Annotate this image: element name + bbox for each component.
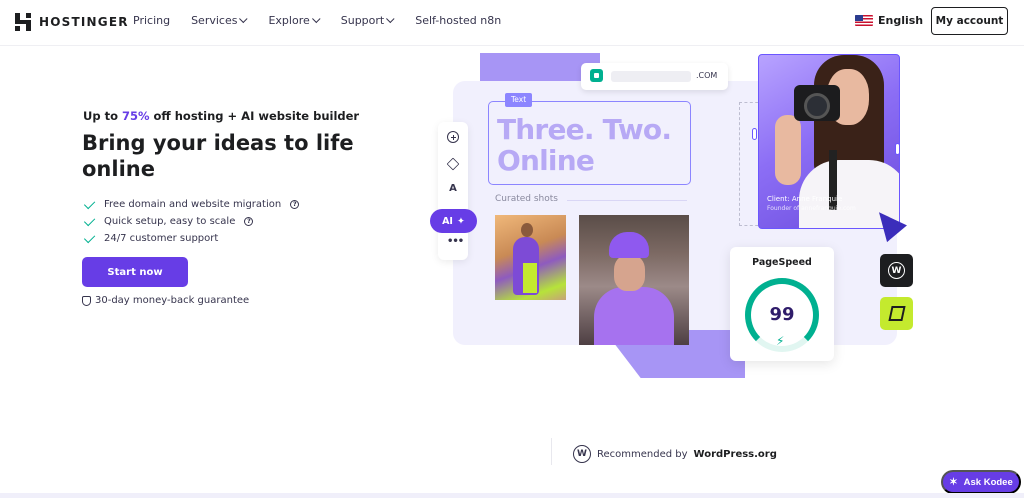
hostinger-logo-icon — [15, 13, 31, 31]
ai-assistant-pill: AI ✦ — [430, 209, 477, 233]
vertical-divider — [551, 438, 552, 465]
feature-list: Free domain and website migration ? Quic… — [83, 196, 300, 247]
nav-pricing[interactable]: Pricing — [133, 14, 170, 27]
divider — [567, 200, 687, 201]
builder-toolbar: A ••• — [438, 122, 468, 260]
start-now-button[interactable]: Start now — [82, 257, 188, 287]
feature-item: Free domain and website migration ? — [83, 196, 300, 213]
client-caption: Client: Anne Franquie Founder of annefra… — [767, 195, 856, 213]
url-tld: .COM — [696, 71, 718, 80]
pagespeed-title: PageSpeed — [752, 257, 812, 268]
nav-label: Self-hosted n8n — [415, 14, 502, 27]
shield-icon — [82, 295, 91, 306]
curated-shots-label: Curated shots — [495, 194, 558, 204]
wordpress-logo-icon: W — [573, 445, 591, 463]
client-subtitle: Founder of annefranquie.com — [767, 205, 856, 212]
more-options-icon: ••• — [447, 236, 464, 247]
chevron-down-icon — [386, 14, 395, 23]
add-element-icon — [447, 131, 459, 143]
sparkle-icon: ✦ — [456, 215, 465, 227]
help-icon[interactable]: ? — [244, 217, 254, 226]
font-style-icon: A — [449, 183, 457, 194]
domain-url-bar: .COM — [581, 63, 728, 90]
lock-icon — [590, 69, 603, 82]
feature-item: Quick setup, easy to scale ? — [83, 213, 299, 230]
hero-headline: Bring your ideas to life online — [82, 131, 354, 181]
check-icon — [83, 214, 96, 226]
ai-label: AI — [442, 215, 453, 227]
nav-label: Pricing — [133, 14, 171, 27]
layers-icon — [446, 157, 460, 171]
brand-name: HOSTINGER — [39, 15, 129, 29]
kodee-label: Ask Kodee — [963, 476, 1013, 488]
hostinger-logo[interactable]: HOSTINGER — [15, 13, 129, 31]
main-nav: Pricing Services Explore Support Self-ho… — [133, 14, 522, 27]
bottom-band — [0, 493, 1024, 498]
promo-percent: 75% — [121, 109, 150, 123]
fashion-photo-large — [579, 215, 689, 345]
promo-suffix: off hosting + AI website builder — [149, 109, 360, 123]
website-builder-icon — [887, 306, 906, 321]
recommended-brand: WordPress.org — [693, 448, 777, 460]
nav-services[interactable]: Services — [191, 14, 249, 27]
check-icon — [83, 197, 96, 209]
pagespeed-card: PageSpeed 99 ⚡ — [730, 247, 834, 361]
nav-explore[interactable]: Explore — [268, 14, 321, 27]
url-placeholder — [611, 71, 691, 82]
kodee-icon: ✶ — [949, 476, 958, 488]
resize-handle — [752, 128, 757, 140]
website-builder-badge — [880, 297, 913, 330]
heading-line: Three. Two. — [497, 113, 672, 146]
check-icon — [83, 231, 96, 243]
nav-label: Services — [191, 14, 238, 27]
chevron-down-icon — [239, 14, 249, 23]
promo-prefix: Up to — [83, 109, 122, 123]
feature-text: Quick setup, easy to scale — [104, 216, 236, 227]
nav-label: Explore — [268, 14, 310, 27]
site-header: HOSTINGER Pricing Services Explore Suppo… — [0, 0, 1024, 46]
pagespeed-score: 99 — [769, 304, 795, 325]
feature-text: Free domain and website migration — [104, 199, 282, 210]
nav-self-hosted-n8n[interactable]: Self-hosted n8n — [415, 14, 501, 27]
nav-support[interactable]: Support — [340, 14, 395, 27]
heading-line: Online — [497, 144, 595, 177]
feature-item: 24/7 customer support — [83, 230, 299, 247]
wordpress-badge: W — [880, 254, 913, 287]
wordpress-icon: W — [888, 262, 905, 279]
us-flag-icon — [855, 15, 873, 26]
promo-line: Up to 75% off hosting + AI website build… — [83, 109, 359, 123]
builder-heading-text: Three. Two. Online — [497, 113, 672, 177]
chevron-down-icon — [311, 14, 321, 23]
my-account-button[interactable]: My account — [931, 7, 1008, 35]
wordpress-recommendation: W Recommended by WordPress.org — [573, 445, 777, 463]
ask-kodee-button[interactable]: ✶ Ask Kodee — [941, 470, 1021, 494]
language-label: English — [878, 14, 924, 27]
feature-text: 24/7 customer support — [104, 233, 219, 244]
fashion-photo-small — [495, 215, 566, 300]
lightning-icon: ⚡ — [776, 334, 785, 348]
resize-handle — [895, 143, 900, 155]
client-name: Client: Anne Franquie — [767, 195, 843, 203]
money-back-guarantee: 30-day money-back guarantee — [82, 295, 249, 306]
language-selector[interactable]: English — [855, 14, 923, 27]
recommended-prefix: Recommended by — [597, 448, 688, 460]
guarantee-text: 30-day money-back guarantee — [95, 295, 250, 306]
text-block-tag: Text — [505, 93, 533, 107]
nav-label: Support — [340, 14, 385, 27]
help-icon[interactable]: ? — [290, 200, 300, 209]
